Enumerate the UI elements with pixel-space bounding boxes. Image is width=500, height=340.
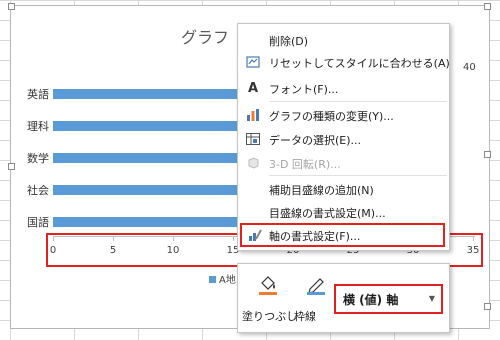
axis-tick-label: 5 (109, 245, 117, 256)
mini-toolbar: 塗りつぶし 枠線 横 (値) 軸 ▼ (237, 263, 450, 333)
font-icon: A (247, 80, 259, 96)
legend-label: A地 (219, 275, 236, 286)
menu-item-label: リセットしてスタイルに合わせる(A) (269, 57, 450, 70)
menu-item-font[interactable]: A フォント(F)... (238, 76, 449, 100)
menu-item-label: 削除(D) (269, 35, 309, 48)
resize-handle[interactable] (484, 3, 491, 10)
chart-type-icon (245, 107, 261, 123)
menu-item-format-gridlines[interactable]: 目盛線の書式設定(M)... (238, 200, 449, 224)
chart-element-select-value: 横 (値) 軸 (343, 293, 399, 307)
axis-tick-label: 10 (166, 245, 180, 256)
menu-item-label: 目盛線の書式設定(M)... (269, 207, 386, 220)
data-bar[interactable] (53, 89, 243, 99)
resize-handle[interactable] (484, 303, 491, 310)
chart-legend[interactable]: A地 (209, 271, 236, 286)
menu-item-label: データの選択(E)... (269, 134, 362, 147)
axis-tick (53, 236, 54, 241)
category-label: 英語 (27, 88, 49, 101)
category-label: 国語 (27, 216, 49, 229)
format-axis-icon (247, 227, 263, 243)
menu-separator (269, 175, 447, 176)
select-data-icon (245, 131, 261, 147)
axis-tick-label: 35 (466, 245, 480, 256)
menu-item-delete[interactable]: 削除(D) (238, 28, 449, 52)
menu-item-label: 補助目盛線の追加(N) (269, 184, 374, 197)
resize-handle[interactable] (8, 163, 15, 170)
3d-rotate-icon (245, 155, 261, 171)
axis-tick (233, 236, 234, 241)
category-label: 数学 (27, 152, 49, 165)
menu-item-3d-rotation[interactable]: 3-D 回転(R)... (238, 151, 449, 175)
data-bar[interactable] (53, 121, 243, 131)
axis-tick (473, 236, 474, 241)
data-bar[interactable] (53, 153, 243, 163)
data-bar[interactable] (53, 217, 243, 227)
category-label: 理科 (27, 120, 49, 133)
axis-tick (173, 236, 174, 241)
reset-style-icon (245, 54, 261, 70)
chart-element-select[interactable]: 横 (値) 軸 ▼ (334, 284, 443, 314)
menu-separator (269, 101, 447, 102)
axis-tick-label: 0 (49, 245, 57, 256)
resize-handle[interactable] (8, 3, 15, 10)
legend-swatch (209, 276, 216, 283)
pencil-icon (305, 274, 327, 296)
menu-item-label: フォント(F)... (269, 83, 339, 96)
context-menu: 削除(D) リセットしてスタイルに合わせる(A) A フォント(F)... グラ… (237, 23, 450, 251)
axis-tick-label: 40 (463, 62, 476, 73)
menu-item-format-axis[interactable]: 軸の書式設定(F)... (240, 223, 445, 247)
chart-title[interactable]: グラフ (181, 24, 229, 48)
menu-item-reset-style[interactable]: リセットしてスタイルに合わせる(A) (238, 50, 450, 74)
chevron-down-icon: ▼ (428, 294, 435, 303)
menu-item-change-chart-type[interactable]: グラフの種類の変更(Y)... (238, 103, 449, 127)
data-bar[interactable] (53, 185, 243, 195)
category-label: 社会 (27, 184, 49, 197)
menu-item-add-minor-gridlines[interactable]: 補助目盛線の追加(N) (238, 177, 449, 201)
paint-bucket-icon (257, 274, 279, 296)
menu-item-label: グラフの種類の変更(Y)... (269, 110, 394, 123)
menu-item-label: 軸の書式設定(F)... (269, 230, 361, 243)
outline-button[interactable]: 枠線 (290, 270, 340, 328)
fill-button[interactable]: 塗りつぶし (242, 270, 297, 328)
axis-tick (113, 236, 114, 241)
resize-handle[interactable] (484, 151, 491, 158)
menu-item-select-data[interactable]: データの選択(E)... (238, 127, 449, 151)
menu-item-label: 3-D 回転(R)... (269, 158, 341, 171)
